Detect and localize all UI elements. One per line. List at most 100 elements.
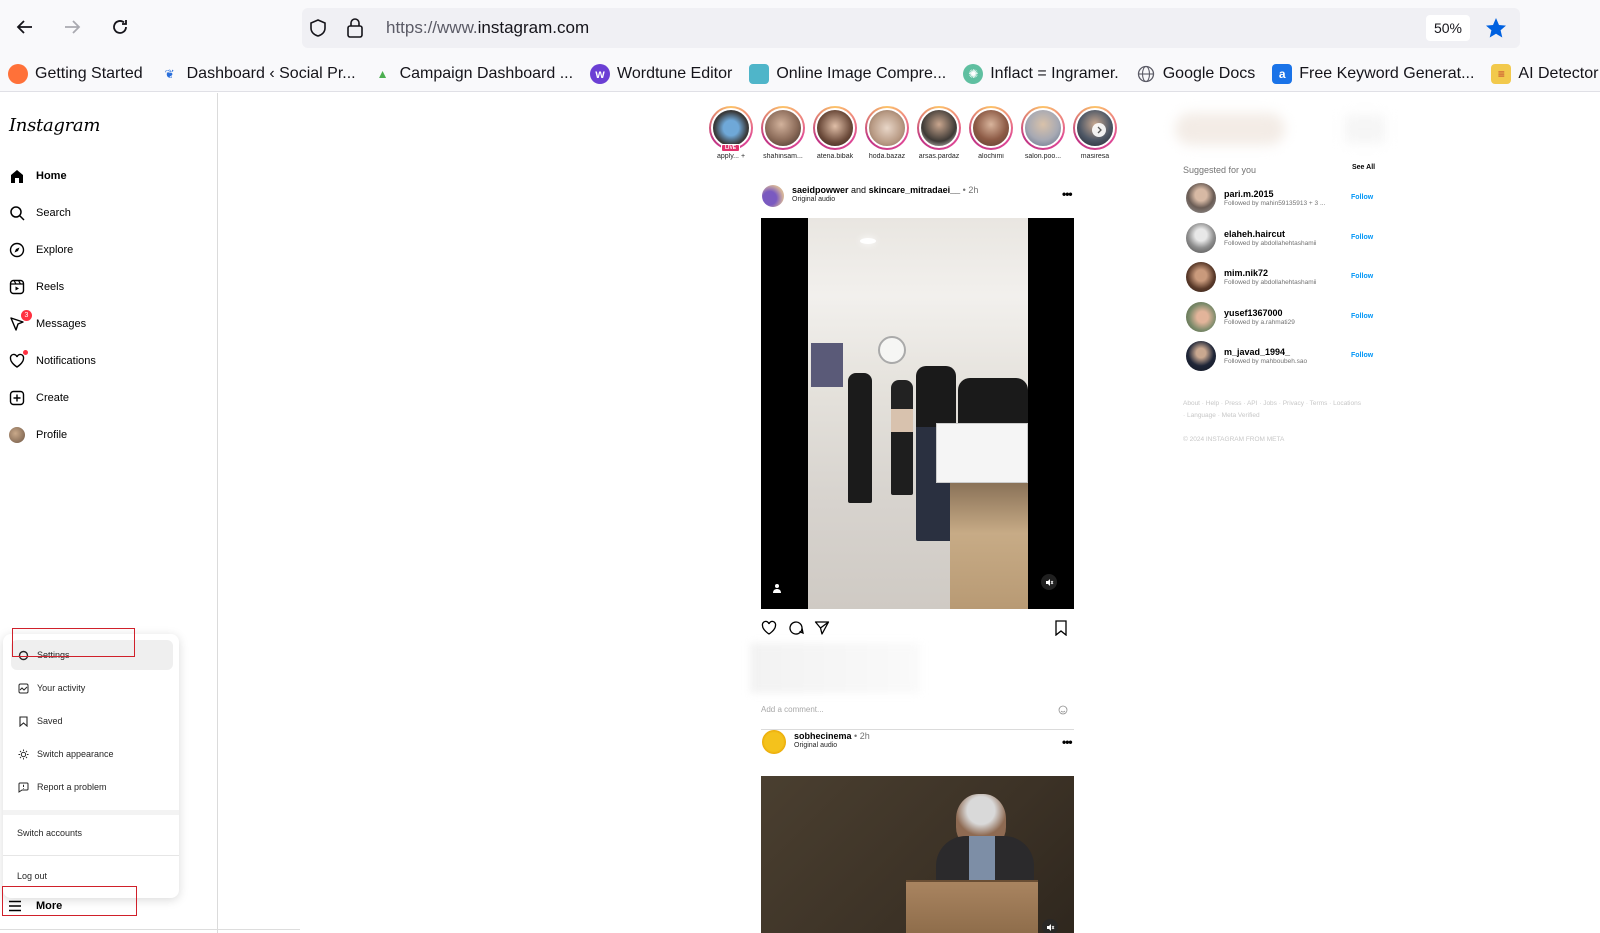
story-item[interactable]: salon.poo... <box>1018 106 1068 160</box>
bookmark-item[interactable]: w Wordtune Editor <box>590 63 732 84</box>
highlight-box-more <box>2 886 137 916</box>
bookmark-item[interactable]: ✺ Inflact = Ingramer. <box>963 63 1119 84</box>
shield-icon[interactable] <box>308 18 328 38</box>
forward-button[interactable] <box>59 14 85 40</box>
nav-notifications[interactable]: Notifications <box>8 349 96 373</box>
blurred-switch-link <box>1345 115 1385 143</box>
post-audio[interactable]: Original audio <box>794 742 870 749</box>
bookmark-item[interactable]: ≡ AI Detector by C <box>1491 63 1600 84</box>
horizontal-scrollbar[interactable] <box>0 929 300 933</box>
post-video[interactable] <box>761 218 1074 609</box>
bookmark-item[interactable]: Google Docs <box>1136 64 1255 84</box>
suggestion-followed-by: Followed by mahboubeh.sao <box>1224 358 1308 365</box>
emoji-icon[interactable] <box>1058 705 1068 717</box>
menu-item-your-activity[interactable]: Your activity <box>11 673 173 703</box>
mute-icon <box>1046 923 1054 931</box>
url-text[interactable]: https://www.instagram.com <box>386 18 589 38</box>
bookmark-item[interactable]: ▲ Campaign Dashboard ... <box>373 64 573 84</box>
mute-button[interactable] <box>1042 919 1058 933</box>
post-avatar[interactable] <box>762 185 784 207</box>
story-item[interactable]: alochimi <box>966 106 1016 160</box>
chevron-right-icon <box>1097 126 1102 134</box>
story-item[interactable]: hoda.bazaz <box>862 106 912 160</box>
story-username: alochimi <box>978 153 1004 160</box>
story-item[interactable]: arsas.pardaz <box>914 106 964 160</box>
save-icon[interactable] <box>1054 620 1068 636</box>
mute-button[interactable] <box>1041 574 1057 590</box>
suggestion-avatar[interactable] <box>1186 302 1216 332</box>
suggestion-item: pari.m.2015 Followed by mahin59135913 + 3… <box>1186 183 1376 213</box>
follow-button[interactable]: Follow <box>1351 234 1373 241</box>
footer-links[interactable]: About · Help · Press · API · Jobs · Priv… <box>1183 398 1363 422</box>
nav-profile[interactable]: Profile <box>8 423 67 447</box>
back-button[interactable] <box>12 14 38 40</box>
keyword-icon: a <box>1272 63 1293 84</box>
story-avatar <box>711 108 751 148</box>
story-item[interactable]: atena.bibak <box>810 106 860 160</box>
post-username[interactable]: saeidpowwer <box>792 185 849 195</box>
wordtune-icon: w <box>590 63 611 84</box>
url-bar[interactable]: https://www.instagram.com 50% <box>302 8 1520 48</box>
reload-button[interactable] <box>107 14 133 40</box>
suggestion-avatar[interactable] <box>1186 341 1216 371</box>
suggestion-avatar[interactable] <box>1186 262 1216 292</box>
bookmark-item[interactable]: Getting Started <box>8 63 143 84</box>
post-audio[interactable]: Original audio <box>792 196 978 203</box>
blurred-account-info <box>1175 113 1285 145</box>
bookmark-item[interactable]: a Free Keyword Generat... <box>1272 63 1475 84</box>
sun-icon <box>17 748 29 760</box>
nav-explore[interactable]: Explore <box>8 238 73 262</box>
nav-messages[interactable]: 3 Messages <box>8 310 86 336</box>
bookmark-item[interactable]: ❦ Dashboard ‹ Social Pr... <box>160 64 356 84</box>
menu-item-saved[interactable]: Saved <box>11 706 173 736</box>
follow-button[interactable]: Follow <box>1351 352 1373 359</box>
bookmark-item[interactable]: Online Image Compre... <box>749 63 946 84</box>
zoom-level-button[interactable]: 50% <box>1425 15 1470 41</box>
suggestion-username[interactable]: m_javad_1994_ <box>1224 347 1307 357</box>
suggestion-avatar[interactable] <box>1186 183 1216 213</box>
more-options-icon[interactable]: ••• <box>1062 187 1073 201</box>
comment-input[interactable]: Add a comment... <box>761 705 824 717</box>
like-icon[interactable] <box>761 620 777 636</box>
suggested-title: Suggested for you <box>1183 165 1257 175</box>
follow-button[interactable]: Follow <box>1351 313 1373 320</box>
story-item[interactable]: shahinsam... <box>758 106 808 160</box>
follow-button[interactable]: Follow <box>1351 194 1373 201</box>
menu-item-switch-appearance[interactable]: Switch appearance <box>11 739 173 769</box>
tagged-user-button[interactable] <box>769 580 785 596</box>
suggestion-username[interactable]: yusef1367000 <box>1224 308 1295 318</box>
suggestion-avatar[interactable] <box>1186 223 1216 253</box>
see-all-link[interactable]: See All <box>1352 164 1375 171</box>
comment-icon[interactable] <box>788 620 804 636</box>
follow-button[interactable]: Follow <box>1351 273 1373 280</box>
mute-icon <box>1045 578 1053 586</box>
nav-search[interactable]: Search <box>8 201 71 225</box>
instagram-logo[interactable]: Instagram <box>9 115 100 136</box>
live-badge: LIVE <box>721 144 741 152</box>
nav-create[interactable]: Create <box>8 386 69 410</box>
suggestion-username[interactable]: pari.m.2015 <box>1224 189 1325 199</box>
stories-next-button[interactable] <box>1092 123 1106 137</box>
suggestion-username[interactable]: elaheh.haircut <box>1224 229 1317 239</box>
bookmark-star-icon[interactable] <box>1484 16 1508 40</box>
messages-badge: 3 <box>21 310 32 321</box>
story-item[interactable]: LIVE apply... + <box>706 106 756 160</box>
suggestion-item: m_javad_1994_ Followed by mahboubeh.sao <box>1186 341 1376 371</box>
post-video[interactable] <box>761 776 1074 933</box>
arrow-right-icon <box>65 20 81 34</box>
social-pr-icon: ❦ <box>164 66 175 81</box>
nav-home[interactable]: Home <box>8 164 67 188</box>
more-options-icon[interactable]: ••• <box>1062 735 1073 749</box>
menu-item-report-problem[interactable]: Report a problem <box>11 772 173 802</box>
menu-item-switch-accounts[interactable]: Switch accounts <box>11 818 173 848</box>
share-icon[interactable] <box>814 620 830 636</box>
post-collab-username[interactable]: skincare_mitradaei__ <box>869 185 961 195</box>
suggestion-username[interactable]: mim.nik72 <box>1224 268 1317 278</box>
lock-icon[interactable] <box>345 17 365 39</box>
bookmark-label: Free Keyword Generat... <box>1299 64 1475 82</box>
post-username[interactable]: sobhecinema <box>794 731 852 741</box>
activity-icon <box>17 682 29 694</box>
nav-reels[interactable]: Reels <box>8 275 64 299</box>
video-frame <box>808 218 1028 609</box>
post-avatar[interactable] <box>762 730 786 754</box>
